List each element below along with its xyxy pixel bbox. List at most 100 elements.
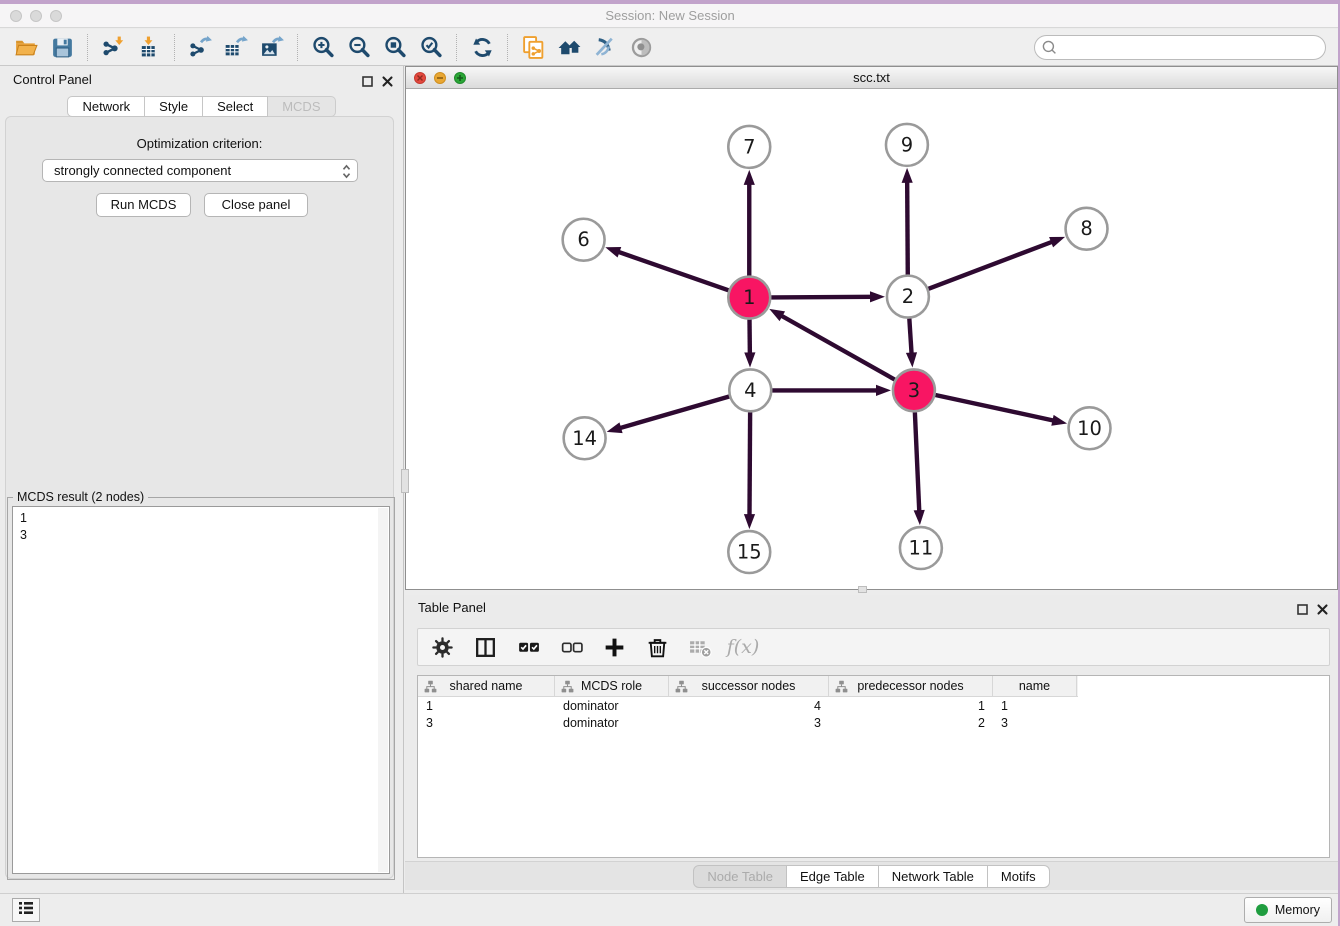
deselect-all-button[interactable] xyxy=(557,633,585,661)
export-image-button[interactable] xyxy=(254,32,290,63)
edge-3-11[interactable] xyxy=(915,412,919,512)
network-close-button[interactable] xyxy=(414,72,426,84)
network-view-window: scc.txt 7968124314101511 xyxy=(405,66,1338,590)
zoom-selected-button[interactable] xyxy=(413,32,449,63)
node-table[interactable]: shared name MCDS rolesuccessor nodesprede… xyxy=(417,675,1330,858)
splitter-grip-horizontal[interactable] xyxy=(858,586,867,593)
table-cell[interactable]: 4 xyxy=(669,699,829,713)
table-tabs-strip: Node TableEdge TableNetwork TableMotifs xyxy=(405,861,1338,890)
home-button[interactable] xyxy=(551,32,587,63)
table-cell[interactable]: 3 xyxy=(993,716,1077,730)
zoom-out-button[interactable] xyxy=(341,32,377,63)
column-header-shared-name[interactable]: shared name xyxy=(418,676,555,696)
node-label-8: 8 xyxy=(1080,217,1092,240)
table-row[interactable]: 1dominator411 xyxy=(418,697,1329,714)
tab-network[interactable]: Network xyxy=(67,96,145,117)
column-header-predecessor-nodes[interactable]: predecessor nodes xyxy=(829,676,993,696)
delete-row-button[interactable] xyxy=(643,633,671,661)
import-network-button[interactable] xyxy=(95,32,131,63)
search-field[interactable] xyxy=(1034,35,1326,60)
network-window-titlebar[interactable]: scc.txt xyxy=(406,67,1337,89)
close-panel-button[interactable]: Close panel xyxy=(204,193,308,217)
table-row[interactable]: 3dominator323 xyxy=(418,714,1329,731)
flatten-tree-icon xyxy=(424,680,437,696)
tab-edge-table[interactable]: Edge Table xyxy=(787,865,879,888)
table-cell[interactable]: 1 xyxy=(418,699,555,713)
edge-4-15[interactable] xyxy=(749,412,750,516)
splitter-grip-vertical[interactable] xyxy=(401,469,409,493)
edge-1-2[interactable] xyxy=(771,297,872,298)
edge-arrow-3-10 xyxy=(1051,415,1067,426)
zoom-fit-button[interactable] xyxy=(377,32,413,63)
open-session-button[interactable] xyxy=(8,32,44,63)
control-panel-tabs: NetworkStyleSelectMCDS xyxy=(0,96,403,117)
criterion-dropdown[interactable]: strongly connected component xyxy=(42,159,358,182)
mcds-result-line: 3 xyxy=(20,527,382,544)
main-toolbar-icons xyxy=(8,32,659,63)
table-cell[interactable]: 1 xyxy=(993,699,1077,713)
tab-select[interactable]: Select xyxy=(203,96,268,117)
settings-button[interactable] xyxy=(428,633,456,661)
task-history-button[interactable] xyxy=(12,898,40,922)
edge-2-3[interactable] xyxy=(909,319,911,355)
column-header-name[interactable]: name xyxy=(993,676,1077,696)
minimize-window-button[interactable] xyxy=(30,10,42,22)
table-panel-title: Table Panel xyxy=(418,600,486,615)
tab-motifs[interactable]: Motifs xyxy=(988,865,1050,888)
export-network-button[interactable] xyxy=(182,32,218,63)
table-cell[interactable]: 2 xyxy=(829,716,993,730)
column-header-successor-nodes[interactable]: successor nodes xyxy=(669,676,829,696)
save-session-button[interactable] xyxy=(44,32,80,63)
table-cell[interactable]: dominator xyxy=(555,716,669,730)
edge-3-10[interactable] xyxy=(935,395,1054,421)
node-label-6: 6 xyxy=(577,228,589,251)
mcds-result-line: 1 xyxy=(20,510,382,527)
app-titlebar: Session: New Session xyxy=(0,4,1340,28)
tab-mcds[interactable]: MCDS xyxy=(268,96,335,117)
refresh-button[interactable] xyxy=(464,32,500,63)
table-cell[interactable]: 1 xyxy=(829,699,993,713)
zoom-window-button[interactable] xyxy=(50,10,62,22)
node-label-3: 3 xyxy=(908,379,920,402)
node-label-7: 7 xyxy=(743,135,755,158)
close-table-panel-icon[interactable] xyxy=(1317,602,1328,620)
table-cell[interactable]: dominator xyxy=(555,699,669,713)
memory-button[interactable]: Memory xyxy=(1244,897,1332,923)
hide-panel-button[interactable] xyxy=(587,32,623,63)
close-window-button[interactable] xyxy=(10,10,22,22)
import-table-button[interactable] xyxy=(131,32,167,63)
float-table-panel-icon[interactable] xyxy=(1297,602,1308,620)
column-header-MCDS-role[interactable]: MCDS role xyxy=(555,676,669,696)
network-minimize-button[interactable] xyxy=(434,72,446,84)
float-panel-icon[interactable] xyxy=(362,74,373,92)
edge-3-1[interactable] xyxy=(781,315,895,379)
function-button[interactable]: f(x) xyxy=(729,633,757,661)
delete-table-button[interactable] xyxy=(686,633,714,661)
export-table-button[interactable] xyxy=(218,32,254,63)
table-cell[interactable]: 3 xyxy=(669,716,829,730)
run-mcds-button[interactable]: Run MCDS xyxy=(96,193,191,217)
network-canvas[interactable]: 7968124314101511 xyxy=(406,90,1337,589)
close-panel-icon[interactable] xyxy=(382,74,393,92)
column-header-label: shared name xyxy=(450,679,523,693)
tab-node-table[interactable]: Node Table xyxy=(693,865,787,888)
edge-2-8[interactable] xyxy=(928,241,1053,288)
mcds-result-box[interactable]: 13 xyxy=(12,506,390,874)
flatten-tree-icon xyxy=(675,680,688,696)
tab-network-table[interactable]: Network Table xyxy=(879,865,988,888)
edge-2-9[interactable] xyxy=(907,181,908,275)
clone-network-button[interactable] xyxy=(515,32,551,63)
tab-style[interactable]: Style xyxy=(145,96,203,117)
network-maximize-button[interactable] xyxy=(454,72,466,84)
add-row-button[interactable] xyxy=(600,633,628,661)
zoom-in-button[interactable] xyxy=(305,32,341,63)
edge-4-14[interactable] xyxy=(619,396,729,428)
select-all-button[interactable] xyxy=(514,633,542,661)
search-input[interactable] xyxy=(1034,35,1326,60)
columns-button[interactable] xyxy=(471,633,499,661)
table-cell[interactable]: 3 xyxy=(418,716,555,730)
edge-1-6[interactable] xyxy=(618,252,729,291)
node-label-14: 14 xyxy=(572,427,597,450)
show-panel-button[interactable] xyxy=(623,32,659,63)
result-scrollbar[interactable] xyxy=(378,508,388,872)
